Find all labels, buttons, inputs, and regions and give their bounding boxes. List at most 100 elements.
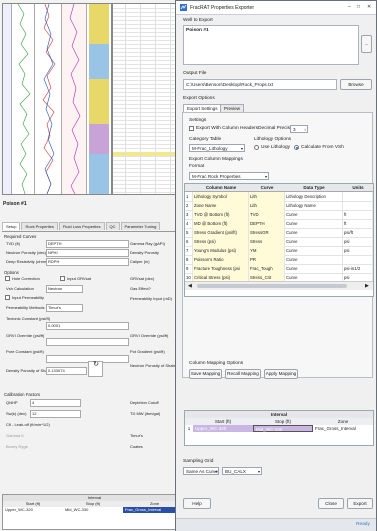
units-cell[interactable] (343, 255, 373, 264)
column-name-cell[interactable]: Stress (psi) (193, 237, 249, 246)
left-tab-setup[interactable]: Setup (2, 222, 21, 230)
well-list-item[interactable]: Poison #1 (186, 28, 209, 33)
interval-stop-cell[interactable]: Mid_WC-330 (63, 507, 123, 513)
minimize-icon[interactable]: – (348, 4, 351, 10)
help-button[interactable]: Help (183, 498, 211, 509)
tvd-input[interactable]: DEPTH (46, 240, 129, 248)
data-type-cell[interactable]: Curve (285, 246, 343, 255)
data-type-cell[interactable]: Curve (285, 210, 343, 219)
curve-cell[interactable]: YM (249, 246, 285, 255)
column-header: Curve (249, 184, 286, 192)
export-button[interactable]: Export (347, 498, 373, 509)
tab-preview[interactable]: Preview (220, 104, 245, 112)
table-scrollbar[interactable]: ◀ ▶ (185, 281, 373, 290)
units-cell[interactable]: ft (343, 219, 373, 228)
close-button[interactable]: Close (318, 498, 344, 509)
units-cell[interactable]: psi (343, 246, 373, 255)
curve-cell[interactable]: Frac_Tough (249, 264, 285, 273)
data-type-cell[interactable]: Curve (285, 237, 343, 246)
column-name-cell[interactable]: Poisson's Ratio (193, 255, 249, 264)
column-name-cell[interactable]: Stress Gradient (psi/ft) (193, 228, 249, 237)
grvi-input[interactable] (46, 338, 129, 346)
scroll-left-icon[interactable]: ◀ (188, 283, 192, 289)
data-type-cell[interactable]: Curve (285, 264, 343, 273)
apply-mapping-button[interactable]: Apply Mapping (264, 369, 298, 379)
curve-cell[interactable]: Stress (249, 237, 285, 246)
left-tab-rock[interactable]: Rock Properties (21, 222, 58, 230)
hole-correction-checkbox[interactable] (5, 276, 10, 281)
left-tab-qc[interactable]: QC (105, 222, 120, 230)
curve-cell[interactable]: StressGR (249, 228, 285, 237)
column-name-cell[interactable]: Lithology Symbol (193, 192, 249, 201)
interval-zone-cell[interactable]: Frac_Gross_Interval (313, 425, 373, 432)
format-select[interactable]: M-Frac Rock Properties ▾ (189, 172, 269, 180)
left-tab-fluid[interactable]: Fluid Loss Properties (58, 222, 105, 230)
data-type-cell[interactable]: Lithology Name (285, 201, 343, 210)
sampling-mode-select[interactable]: Same As Curve ▾ (183, 467, 219, 475)
curve-cell[interactable]: PR (249, 255, 285, 264)
field-label: Deep Resistivity (ohmm) (6, 259, 50, 264)
chevron-down-icon[interactable]: ▾ (258, 468, 260, 475)
interval-stop-cell[interactable]: Mid_WC-330 (253, 425, 313, 432)
vsh-calc-select[interactable]: Neutron (46, 285, 83, 293)
curve-cell[interactable]: Lith (249, 201, 285, 210)
curve-cell[interactable]: TVD (249, 210, 285, 219)
column-name-cell[interactable]: Young's Modulus (psi) (193, 246, 249, 255)
units-cell[interactable]: psi (343, 237, 373, 246)
refresh-icon[interactable]: ↻ (88, 361, 103, 377)
swk-input[interactable]: 12 (30, 410, 81, 418)
units-cell[interactable] (343, 201, 373, 210)
units-cell[interactable]: ft (343, 210, 373, 219)
scroll-right-icon[interactable]: ▶ (365, 283, 369, 289)
tectonic-input[interactable]: 0.0001 (46, 322, 129, 330)
data-type-cell[interactable]: Lithology Description (285, 192, 343, 201)
input-grvsat-checkbox[interactable] (60, 276, 65, 281)
interval-start-cell[interactable]: Upper_WC-320 (3, 507, 63, 513)
column-name-cell[interactable]: MD @ Bottom (ft) (193, 219, 249, 228)
tab-export-settings[interactable]: Export Settings (183, 104, 222, 112)
chevron-down-icon[interactable]: ▾ (265, 173, 267, 180)
interval-start-cell[interactable]: Upper_WC-320 (193, 425, 253, 432)
nphi-input[interactable]: NPHI (46, 249, 129, 257)
well-list[interactable]: Poison #1 (183, 25, 359, 65)
output-file-input[interactable]: C:\Users\Benson\Desktop\Rock_Props.txt (183, 79, 337, 90)
qnhp-input[interactable]: 4 (30, 399, 81, 407)
units-cell[interactable]: psi-in1/2 (343, 264, 373, 273)
sampling-curve-select[interactable]: BU_CALX ▾ (222, 467, 262, 475)
export-headers-checkbox[interactable] (189, 126, 194, 131)
maximize-icon[interactable]: □ (357, 4, 360, 10)
browse-button[interactable]: Browse (340, 79, 372, 90)
close-icon[interactable]: ✕ (367, 4, 371, 10)
column-name-cell[interactable]: TVD @ Bottom (ft) (193, 210, 249, 219)
left-tab-tuning[interactable]: Parameter Tuning (120, 222, 161, 230)
data-type-cell[interactable]: Curve (285, 219, 343, 228)
calc-from-vsh-radio[interactable] (294, 145, 299, 150)
data-type-cell[interactable]: Curve (285, 228, 343, 237)
density-shale-input[interactable]: 0.133074 (46, 367, 87, 375)
use-lithology-radio[interactable] (254, 145, 259, 150)
curve-cell[interactable]: Lith (249, 192, 285, 201)
input-permeability-checkbox[interactable] (5, 295, 10, 300)
chevron-down-icon[interactable]: ▾ (215, 468, 217, 475)
decimal-precision-stepper[interactable]: 3 ↕ (290, 125, 308, 133)
gamma-track (12, 4, 35, 194)
data-type-cell[interactable]: Curve (285, 255, 343, 264)
well-browse-button[interactable]: ... (361, 35, 372, 53)
rdph-input[interactable]: RDPH (46, 258, 129, 266)
curve-cell[interactable]: DEPTH (249, 219, 285, 228)
chevron-down-icon[interactable]: ▾ (241, 145, 243, 152)
gas-effect-label: Gas Effect? (130, 286, 151, 291)
recall-mapping-button[interactable]: Recall Mapping (225, 369, 261, 379)
cal-label: Boney Ryge (6, 444, 28, 449)
column-name-cell[interactable]: Zone Name (193, 201, 249, 210)
scrollbar-thumb[interactable] (197, 284, 347, 288)
stepper-arrows-icon[interactable]: ↕ (304, 126, 306, 133)
permeability-methods-select[interactable]: Timur's (46, 304, 83, 312)
units-cell[interactable]: psi/ft (343, 228, 373, 237)
category-table-select[interactable]: M-Frac_Lithology ▾ (189, 144, 245, 152)
save-mapping-button[interactable]: Save Mapping (189, 369, 222, 379)
column-name-cell[interactable]: Fracture Toughness (psi (193, 264, 249, 273)
row-number: 5 (185, 228, 193, 237)
units-cell[interactable] (343, 192, 373, 201)
output-file-label: Output File (183, 71, 207, 76)
